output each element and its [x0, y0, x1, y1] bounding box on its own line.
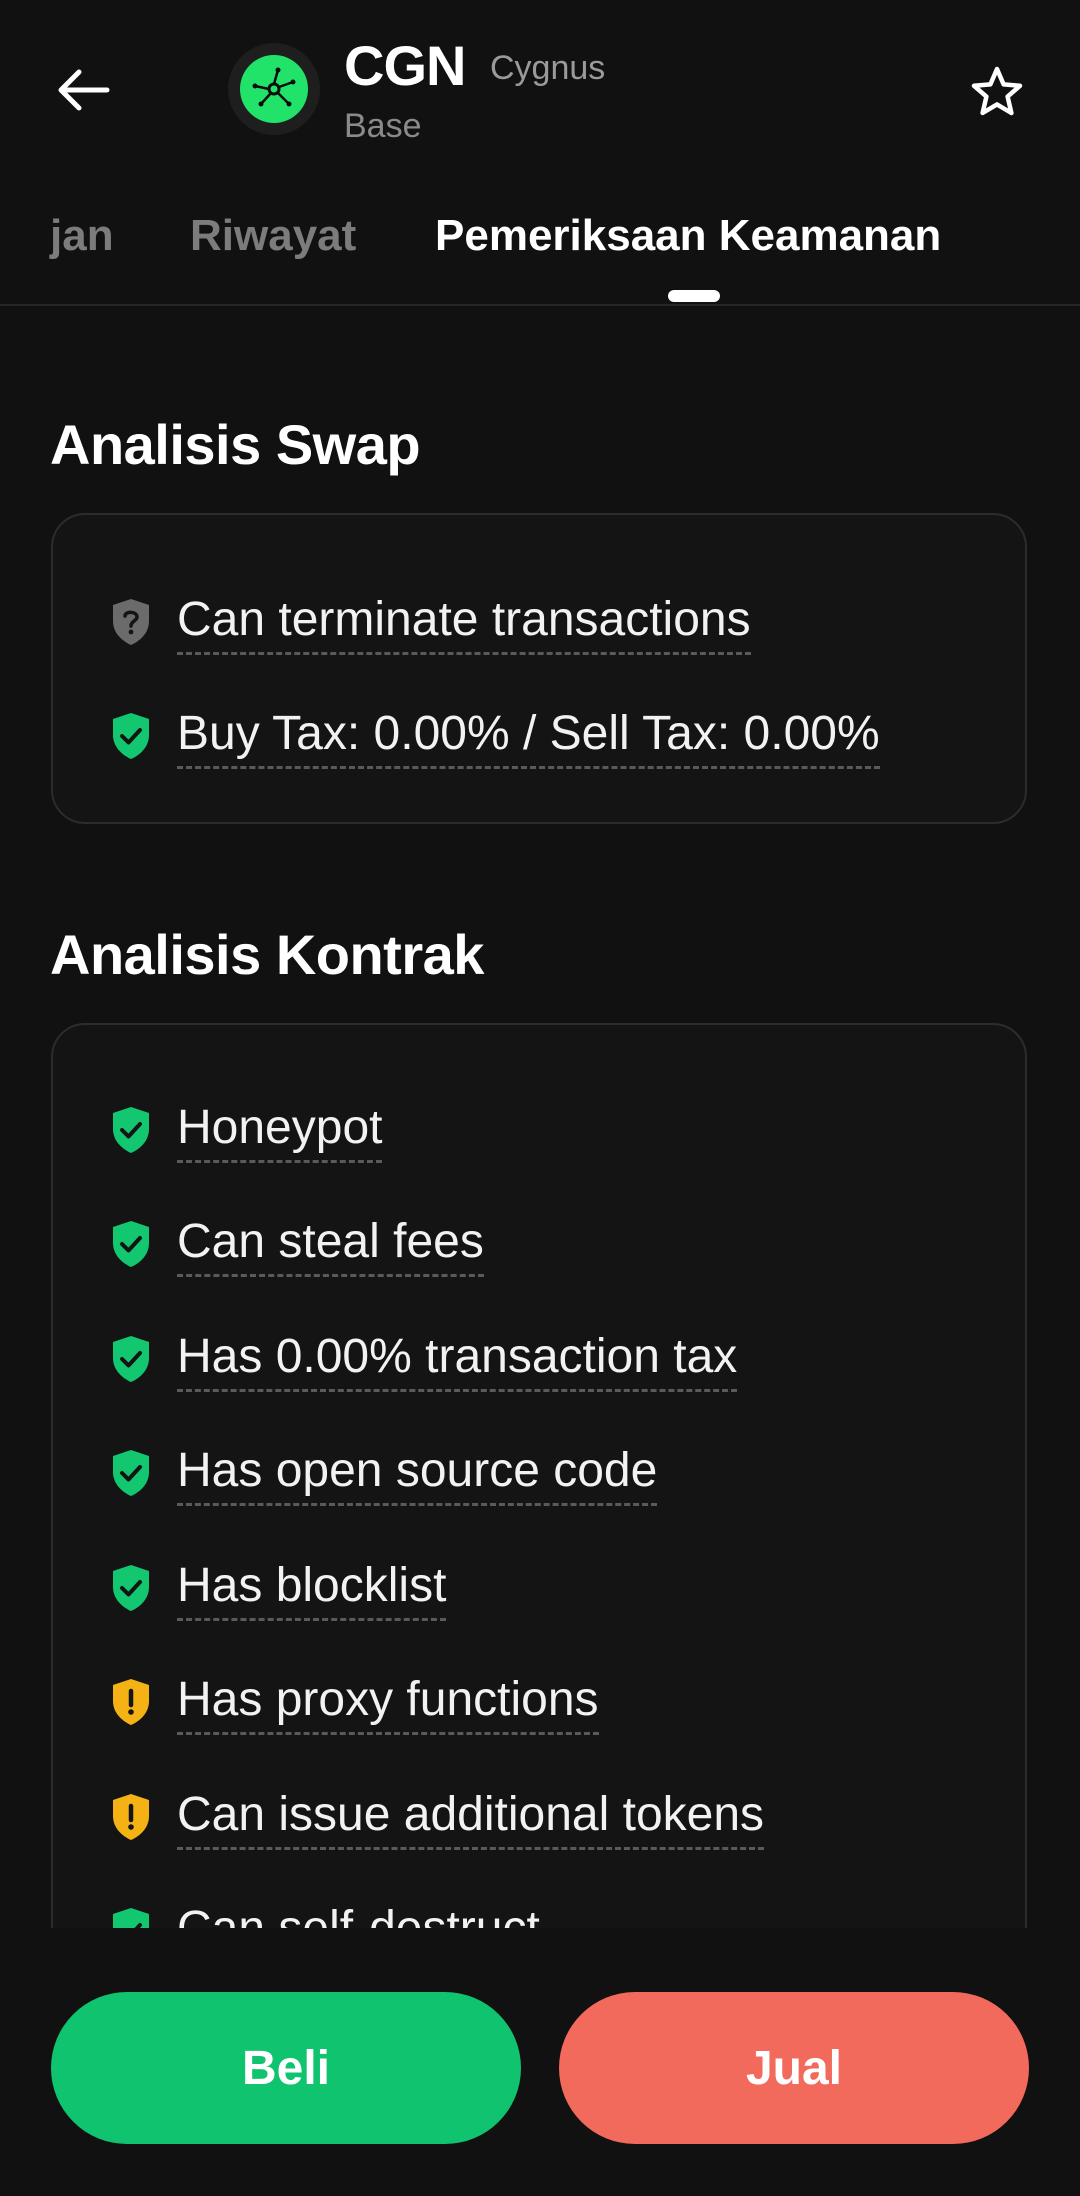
list-item[interactable]: Has open source code — [107, 1438, 658, 1508]
tab-partial[interactable]: jan — [50, 206, 114, 266]
shield-check-icon — [107, 1218, 155, 1270]
back-button[interactable] — [50, 60, 116, 120]
scroll-content[interactable]: CGN Cygnus Base jan Riwayat Pemeriksaan … — [0, 0, 1080, 1928]
token-network: Base — [344, 107, 422, 145]
star-icon — [971, 66, 1023, 116]
token-symbol: CGN — [344, 34, 466, 97]
active-tab-indicator — [668, 290, 720, 302]
shield-question-icon — [107, 596, 155, 648]
tab-pemeriksaan-keamanan[interactable]: Pemeriksaan Keamanan — [435, 206, 941, 266]
list-item[interactable]: Has 0.00% transaction tax — [107, 1324, 738, 1394]
sell-button[interactable]: Jual — [559, 1992, 1029, 2144]
shield-check-icon — [107, 710, 155, 762]
cygnus-logo-icon — [252, 67, 296, 107]
check-label: Has open source code — [177, 1441, 658, 1506]
arrow-left-icon — [58, 69, 110, 111]
check-label: Has proxy functions — [177, 1670, 599, 1735]
bottom-action-bar: Beli Jual — [0, 1928, 1080, 2196]
contract-analysis-card: Honeypot Can steal fees Has 0.00% transa… — [51, 1023, 1027, 1928]
list-item[interactable]: Can self-destruct — [107, 1896, 540, 1928]
swap-analysis-card: Can terminate transactions Buy Tax: 0.00… — [51, 513, 1027, 824]
check-label: Can issue additional tokens — [177, 1785, 765, 1850]
buy-button[interactable]: Beli — [51, 1992, 521, 2144]
check-label: Honeypot — [177, 1098, 383, 1163]
contract-analysis-title: Analisis Kontrak — [50, 923, 484, 986]
list-item[interactable]: Can issue additional tokens — [107, 1782, 765, 1852]
swap-analysis-title: Analisis Swap — [50, 413, 421, 476]
check-label: Can steal fees — [177, 1212, 484, 1277]
check-label: Buy Tax: 0.00% / Sell Tax: 0.00% — [177, 704, 880, 769]
list-item[interactable]: Honeypot — [107, 1095, 383, 1165]
check-label: Can terminate transactions — [177, 590, 751, 655]
tab-riwayat[interactable]: Riwayat — [190, 206, 356, 266]
shield-warning-icon — [107, 1791, 155, 1843]
check-label: Has blocklist — [177, 1556, 447, 1621]
list-item[interactable]: Buy Tax: 0.00% / Sell Tax: 0.00% — [107, 701, 880, 771]
list-item[interactable]: Can steal fees — [107, 1209, 484, 1279]
shield-check-icon — [107, 1562, 155, 1614]
token-detail-screen: CGN Cygnus Base jan Riwayat Pemeriksaan … — [0, 0, 1080, 2196]
list-item[interactable]: Has proxy functions — [107, 1667, 599, 1737]
token-logo — [228, 43, 320, 135]
shield-check-icon — [107, 1905, 155, 1928]
check-label: Can self-destruct — [177, 1899, 540, 1929]
list-item[interactable]: Can terminate transactions — [107, 587, 751, 657]
shield-warning-icon — [107, 1676, 155, 1728]
shield-check-icon — [107, 1333, 155, 1385]
favorite-button[interactable] — [962, 58, 1032, 128]
header: CGN Cygnus Base — [0, 0, 1080, 180]
shield-check-icon — [107, 1447, 155, 1499]
shield-check-icon — [107, 1104, 155, 1156]
list-item[interactable]: Has blocklist — [107, 1553, 447, 1623]
tab-bar: jan Riwayat Pemeriksaan Keamanan — [0, 190, 1080, 306]
check-label: Has 0.00% transaction tax — [177, 1327, 738, 1392]
token-name: Cygnus — [490, 49, 606, 87]
